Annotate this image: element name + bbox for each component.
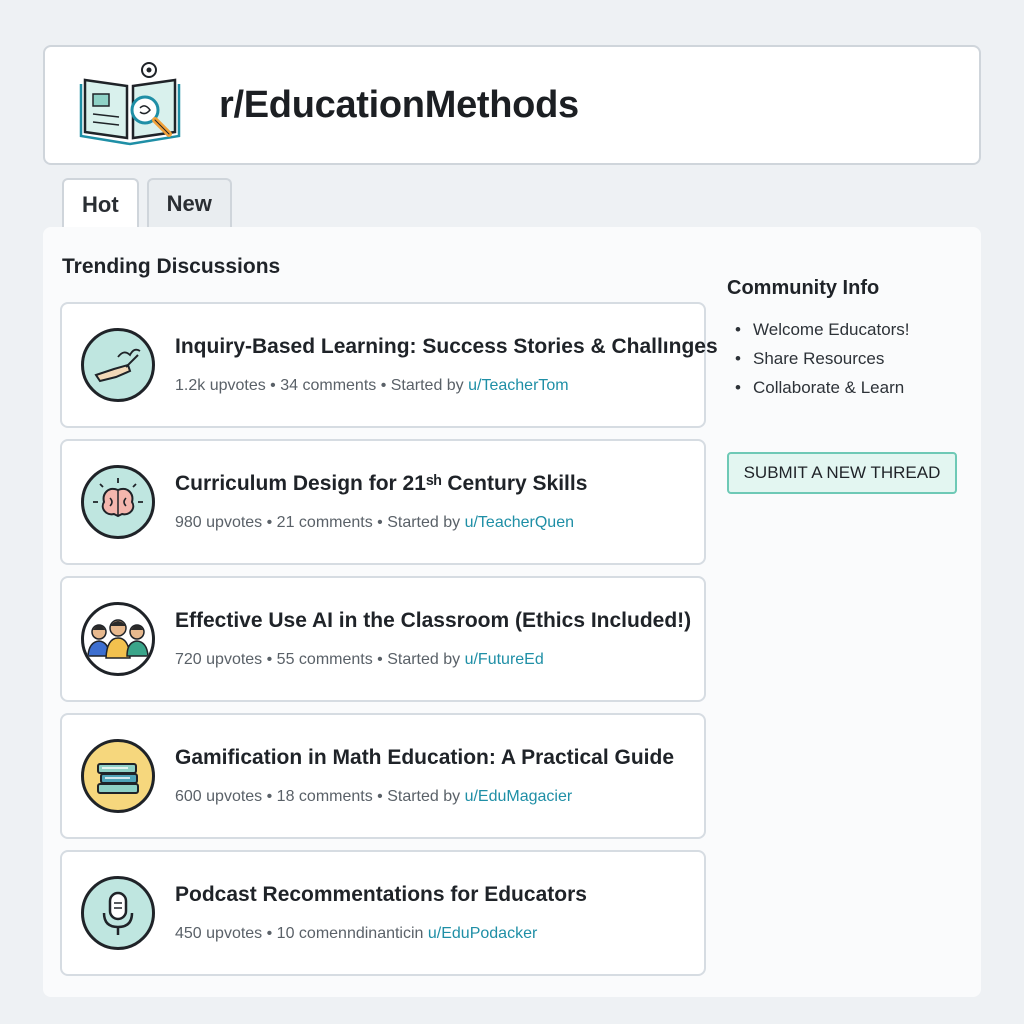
post-title[interactable]: Gamification in Math Education: A Practi… bbox=[175, 746, 674, 770]
people-group-icon bbox=[81, 602, 155, 676]
community-info: Community Info Welcome Educators! Share … bbox=[727, 277, 967, 407]
post-card[interactable]: Effective Use AI in the Classroom (Ethic… bbox=[60, 576, 706, 702]
open-book-magnifier-icon bbox=[79, 62, 181, 146]
post-title[interactable]: Effective Use AI in the Classroom (Ethic… bbox=[175, 609, 691, 633]
post-stats: 450 upvotes • 10 comenndinanticin bbox=[175, 925, 428, 942]
sidebar-item-collaborate: Collaborate & Learn bbox=[727, 378, 967, 398]
post-title[interactable]: Inquiry-Based Learning: Success Stories … bbox=[175, 335, 718, 359]
post-stats: 600 upvotes • 18 comments • Started by bbox=[175, 788, 465, 805]
sidebar-item-welcome: Welcome Educators! bbox=[727, 320, 967, 340]
post-author-link[interactable]: u/TeacherTom bbox=[468, 377, 569, 394]
post-card[interactable]: Curriculum Design for 21ˢʰ Century Skill… bbox=[60, 439, 706, 565]
brain-icon bbox=[81, 465, 155, 539]
post-meta: 1.2k upvotes • 34 comments • Started by … bbox=[175, 377, 718, 395]
sort-tabs: Hot New bbox=[62, 178, 232, 230]
post-title[interactable]: Podcast Recommentations for Educators bbox=[175, 883, 587, 907]
subreddit-title: r/EducationMethods bbox=[219, 83, 579, 126]
post-stats: 1.2k upvotes • 34 comments • Started by bbox=[175, 377, 469, 394]
post-meta: 450 upvotes • 10 comenndinanticin u/EduP… bbox=[175, 925, 587, 943]
post-author-link[interactable]: u/EduPodacker bbox=[428, 925, 537, 942]
sidebar-item-share: Share Resources bbox=[727, 349, 967, 369]
post-meta: 600 upvotes • 18 comments • Started by u… bbox=[175, 788, 674, 806]
post-title[interactable]: Curriculum Design for 21ˢʰ Century Skill… bbox=[175, 472, 587, 496]
post-stats: 980 upvotes • 21 comments • Started by bbox=[175, 514, 465, 531]
post-author-link[interactable]: u/EduMagacier bbox=[465, 788, 573, 805]
post-author-link[interactable]: u/FutureEd bbox=[465, 651, 544, 668]
subreddit-header: r/EducationMethods bbox=[43, 45, 981, 165]
submit-thread-button[interactable]: SUBMIT A NEW THREAD bbox=[727, 452, 957, 494]
tab-new[interactable]: New bbox=[146, 178, 232, 228]
section-title: Trending Discussions bbox=[62, 255, 281, 278]
post-card[interactable]: Gamification in Math Education: A Practi… bbox=[60, 713, 706, 839]
post-meta: 720 upvotes • 55 comments • Started by u… bbox=[175, 651, 691, 669]
content-panel: Trending Discussions Inquiry-Based Learn… bbox=[43, 227, 981, 997]
books-stack-icon bbox=[81, 739, 155, 813]
post-card[interactable]: Inquiry-Based Learning: Success Stories … bbox=[60, 302, 718, 428]
tab-hot[interactable]: Hot bbox=[62, 178, 139, 230]
post-stats: 720 upvotes • 55 comments • Started by bbox=[175, 651, 465, 668]
microphone-icon bbox=[81, 876, 155, 950]
post-author-link[interactable]: u/TeacherQuen bbox=[465, 514, 574, 531]
hand-drawing-icon bbox=[81, 328, 155, 402]
sidebar-title: Community Info bbox=[727, 277, 880, 299]
community-info-list: Welcome Educators! Share Resources Colla… bbox=[727, 320, 967, 398]
post-meta: 980 upvotes • 21 comments • Started by u… bbox=[175, 514, 587, 532]
post-card[interactable]: Podcast Recommentations for Educators 45… bbox=[60, 850, 706, 976]
